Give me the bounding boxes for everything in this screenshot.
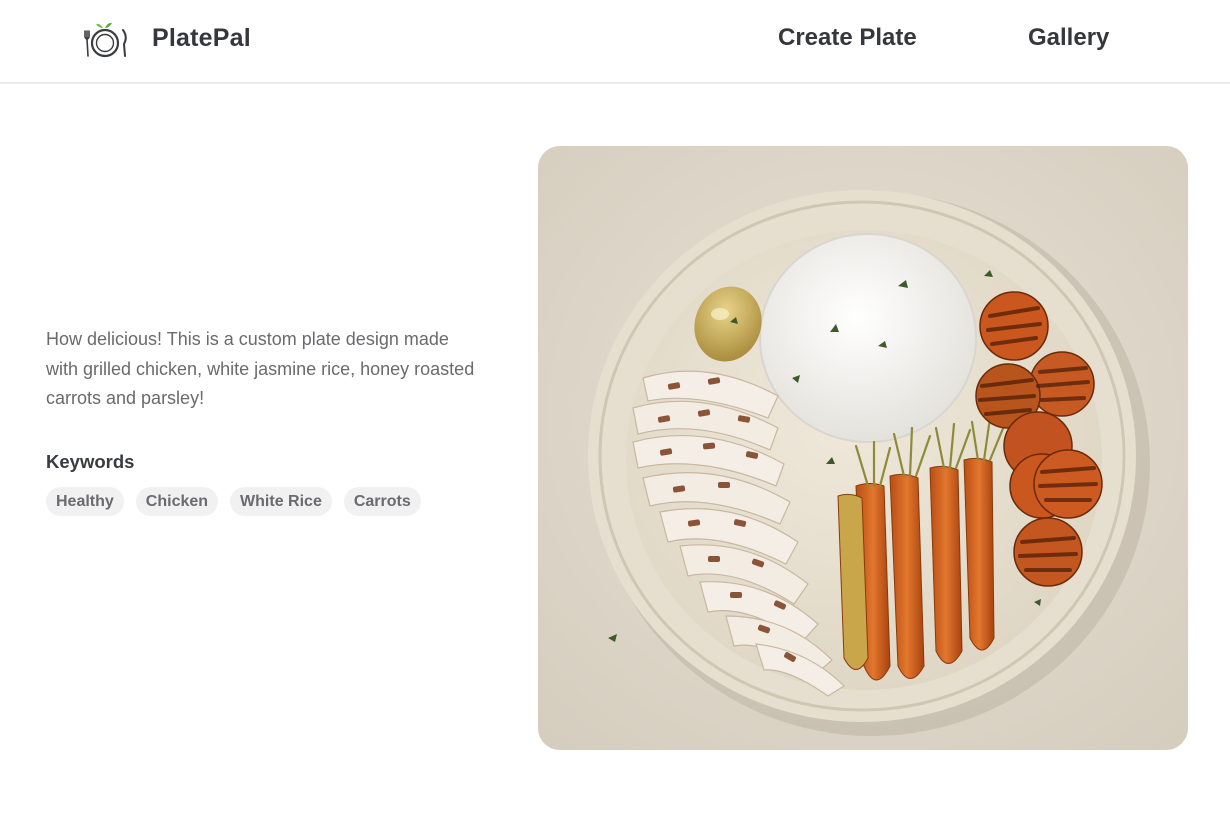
- top-nav-bar: PlatePal Create Plate Gallery: [0, 0, 1230, 84]
- keyword-chip-list: Healthy Chicken White Rice Carrots: [46, 487, 421, 516]
- nav-create-plate-link[interactable]: Create Plate: [778, 24, 917, 52]
- keywords-heading: Keywords: [46, 451, 135, 472]
- keyword-chip[interactable]: Healthy: [46, 487, 124, 516]
- brand-name[interactable]: PlatePal: [152, 24, 251, 53]
- plate-image: [538, 146, 1188, 750]
- keyword-chip[interactable]: White Rice: [230, 487, 332, 516]
- plate-logo-icon[interactable]: [82, 21, 130, 61]
- keyword-chip[interactable]: Carrots: [343, 487, 421, 516]
- keyword-chip[interactable]: Chicken: [135, 487, 219, 516]
- nav-gallery-link[interactable]: Gallery: [1028, 24, 1109, 52]
- plate-description: How delicious! This is a custom plate de…: [46, 329, 475, 408]
